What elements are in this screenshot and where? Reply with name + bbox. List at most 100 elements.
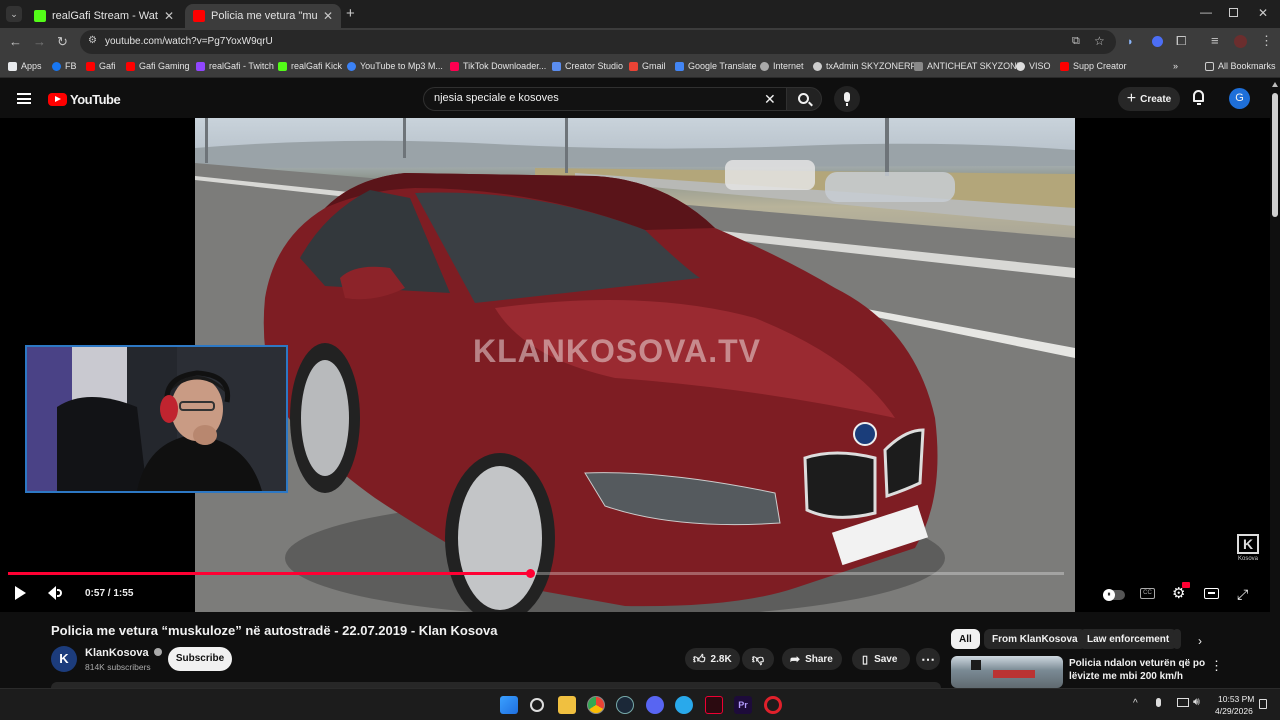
bookmark-apps[interactable]: Apps xyxy=(8,61,42,71)
reload-icon[interactable]: ↻ xyxy=(57,35,68,49)
youtube-logo[interactable]: YouTube xyxy=(48,92,121,107)
bookmark-star-icon[interactable]: ☆ xyxy=(1094,34,1105,48)
rec-more-icon[interactable]: ⋮ xyxy=(1210,658,1223,674)
notifications-button[interactable] xyxy=(1193,90,1204,105)
chrome-menu-icon[interactable]: ⋮ xyxy=(1260,34,1273,48)
progress-bar[interactable] xyxy=(8,569,1064,578)
clock-time[interactable]: 10:53 PM xyxy=(1218,694,1254,704)
new-tab-button[interactable]: + xyxy=(346,5,355,22)
start-windows-icon[interactable] xyxy=(500,696,518,714)
bookmark-viso[interactable]: VISO xyxy=(1016,61,1051,71)
bookmark-internet[interactable]: Internet xyxy=(760,61,804,71)
bookmark-twitch[interactable]: realGafi - Twitch xyxy=(196,61,274,71)
chip-law-enforcement[interactable]: Law enforcement xyxy=(1079,629,1178,649)
like-button[interactable]: 👍︎ 2.8K xyxy=(685,648,740,670)
settings-button[interactable]: ⚙ xyxy=(1172,582,1190,602)
back-icon[interactable]: ← xyxy=(9,35,22,49)
tray-chevron-icon[interactable]: ^ xyxy=(1133,698,1138,709)
opera-gx-icon[interactable] xyxy=(764,696,782,714)
bookmark-creator-studio[interactable]: Creator Studio xyxy=(552,61,623,71)
tab-close-icon[interactable]: ✕ xyxy=(164,9,174,23)
apps-grid-icon xyxy=(8,61,17,71)
extension-audio-icon[interactable]: ◗ xyxy=(1127,35,1134,49)
tab-realgafi-stream[interactable]: realGafi Stream - Watch Live on ✕ xyxy=(26,4,182,28)
adobe-app-icon[interactable] xyxy=(705,696,723,714)
site-info-icon[interactable]: ⚙ xyxy=(88,35,97,46)
all-bookmarks[interactable]: All Bookmarks xyxy=(1205,61,1276,71)
channel-avatar[interactable]: K xyxy=(51,646,77,672)
bookmark-gmail[interactable]: Gmail xyxy=(629,61,666,71)
channel-name[interactable]: KlanKosova xyxy=(85,647,162,659)
bookmark-fb[interactable]: FB xyxy=(52,61,77,71)
chip-all[interactable]: All xyxy=(951,629,980,649)
telegram-icon[interactable] xyxy=(675,696,693,714)
close-window-icon[interactable]: ✕ xyxy=(1258,6,1268,20)
chip-from-klankosova[interactable]: From KlanKosova xyxy=(984,629,1086,649)
volume-tray-icon[interactable]: 🔊︎ xyxy=(1193,696,1200,709)
clock-date[interactable]: 4/29/2026 xyxy=(1215,706,1253,716)
create-button[interactable]: + Create xyxy=(1118,87,1180,111)
bookmark-ytmp3[interactable]: YouTube to Mp3 M... xyxy=(347,61,443,71)
clear-search-icon[interactable]: ✕ xyxy=(764,91,776,108)
subscribe-button[interactable]: Subscribe xyxy=(168,647,232,671)
voice-search-button[interactable] xyxy=(834,86,860,112)
share-button[interactable]: ➦ Share xyxy=(782,648,842,670)
steam-icon[interactable] xyxy=(616,696,634,714)
play-button[interactable] xyxy=(15,586,26,600)
extension-blue-icon[interactable] xyxy=(1152,36,1163,47)
restore-icon[interactable] xyxy=(1229,8,1238,17)
network-icon[interactable] xyxy=(1177,698,1189,707)
microphone-tray-icon[interactable] xyxy=(1156,698,1161,707)
hamburger-menu-icon[interactable] xyxy=(17,93,31,104)
bookmark-supp-creator[interactable]: Supp Creator xyxy=(1060,61,1127,71)
extensions-puzzle-icon[interactable]: ⧠ xyxy=(1176,34,1186,48)
save-button[interactable]: ▯ Save xyxy=(852,648,910,670)
chips-next-icon[interactable]: › xyxy=(1198,634,1202,648)
dislike-button[interactable]: 👎︎ xyxy=(742,648,774,670)
account-avatar[interactable]: G xyxy=(1229,88,1250,109)
bookmark-translate[interactable]: Google Translate xyxy=(675,61,757,71)
search-button[interactable] xyxy=(786,87,822,111)
chrome-taskbar-icon[interactable] xyxy=(587,696,605,714)
file-explorer-icon[interactable] xyxy=(558,696,576,714)
tab-search-button[interactable]: ⌄ xyxy=(6,6,22,22)
bookmark-anticheat[interactable]: ANTICHEAT SKYZONE xyxy=(914,61,1023,71)
captions-button[interactable]: CC xyxy=(1140,588,1155,599)
tab-close-icon[interactable]: ✕ xyxy=(323,9,333,23)
bookmarks-overflow-icon[interactable]: » xyxy=(1173,61,1178,71)
bookmark-gafi-gaming[interactable]: Gafi Gaming xyxy=(126,61,190,71)
bookmark-txadmin[interactable]: txAdmin SKYZONERP xyxy=(813,61,917,71)
autoplay-toggle[interactable]: ⏸ xyxy=(1103,589,1125,601)
scroll-up-icon[interactable] xyxy=(1272,82,1278,87)
minimize-icon[interactable]: — xyxy=(1200,5,1212,19)
install-icon[interactable]: ⧉ xyxy=(1072,35,1080,48)
search-input[interactable] xyxy=(434,92,754,104)
volume-button[interactable] xyxy=(48,586,62,600)
progress-scrubber[interactable] xyxy=(525,569,535,578)
video-frame[interactable]: KLANKOSOVA.TV xyxy=(195,118,1075,612)
bookmark-gafi[interactable]: Gafi xyxy=(86,61,116,71)
more-actions-button[interactable]: ⋯ xyxy=(916,648,940,670)
search-taskbar-icon[interactable] xyxy=(530,698,544,712)
scrollbar-thumb[interactable] xyxy=(1272,93,1278,217)
tab-list-icon[interactable]: ≡ xyxy=(1211,34,1219,48)
rec-title-line1[interactable]: Policia ndalon veturën që po xyxy=(1069,658,1205,669)
fullscreen-button[interactable]: ⤢ xyxy=(1237,586,1248,603)
premiere-pro-icon[interactable]: Pr xyxy=(734,696,752,714)
profile-avatar[interactable] xyxy=(1234,35,1247,48)
url-text[interactable]: youtube.com/watch?v=Pg7YoxW9qrU xyxy=(105,36,273,47)
rec-title-line2[interactable]: lëvizte me mbi 200 km/h xyxy=(1069,671,1183,682)
notification-center-icon[interactable] xyxy=(1259,699,1267,709)
forward-icon[interactable]: → xyxy=(33,35,46,49)
chip-overflow[interactable] xyxy=(1173,629,1181,649)
discord-icon[interactable] xyxy=(646,696,664,714)
video-player[interactable]: KLANKOSOVA.TV K Kosova 0:57 / 1:55 ⏸ CC … xyxy=(0,118,1270,612)
bookmark-kick[interactable]: realGafi Kick xyxy=(278,61,342,71)
rec-thumbnail[interactable] xyxy=(951,656,1063,688)
miniplayer-button[interactable] xyxy=(1204,588,1219,599)
page-scrollbar[interactable] xyxy=(1270,79,1280,688)
tab-youtube-active[interactable]: Policia me vetura "muskuloze" n ✕ xyxy=(185,4,341,28)
address-bar[interactable]: ⚙ youtube.com/watch?v=Pg7YoxW9qrU ⧉ ☆ xyxy=(80,30,1116,54)
search-box[interactable]: ✕ xyxy=(423,87,787,111)
bookmark-tiktok[interactable]: TikTok Downloader... xyxy=(450,61,546,71)
